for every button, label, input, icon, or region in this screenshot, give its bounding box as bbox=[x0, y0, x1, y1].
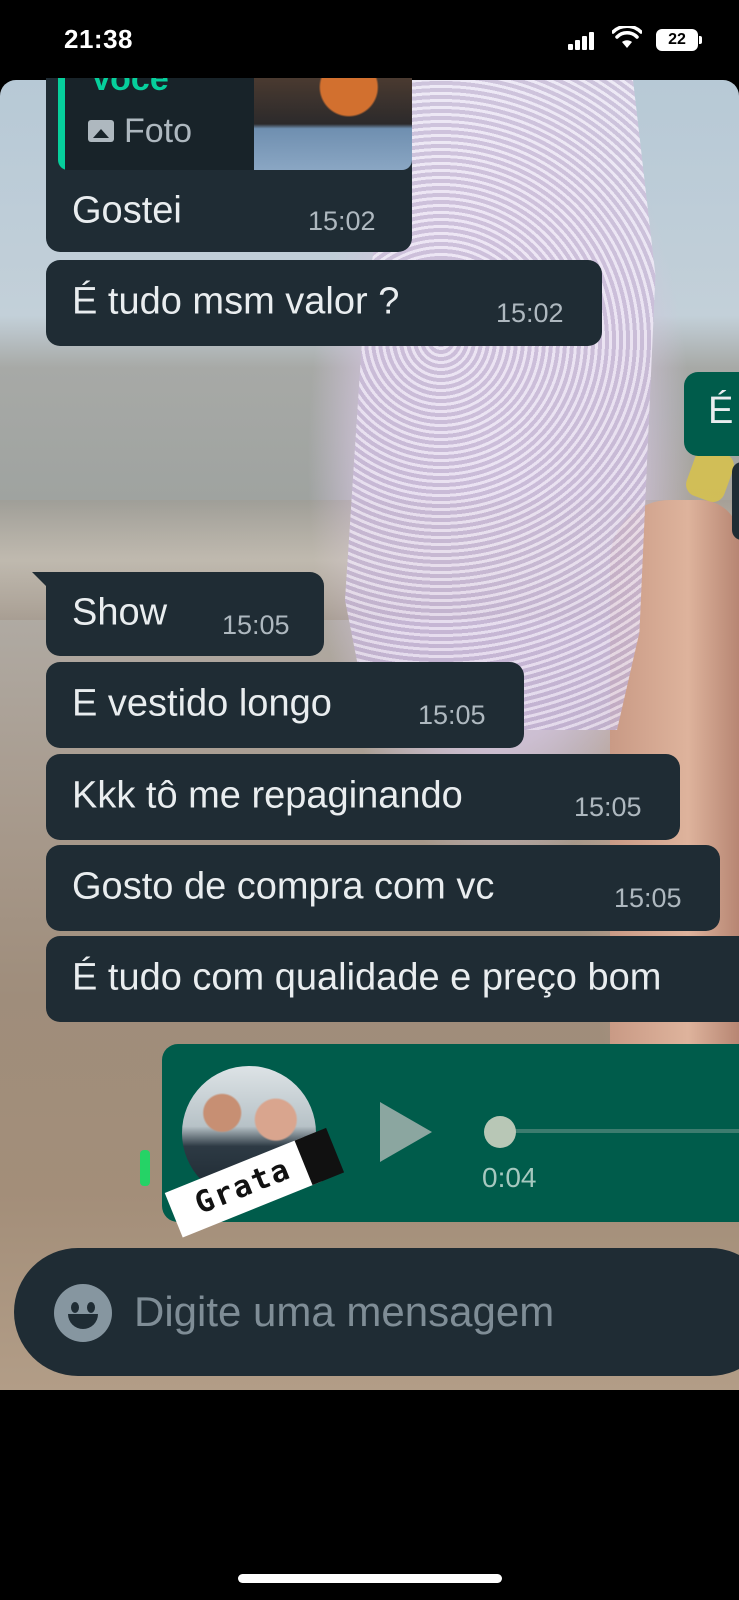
wifi-icon bbox=[612, 26, 642, 48]
home-indicator[interactable] bbox=[238, 1574, 502, 1583]
input-placeholder: Digite uma mensagem bbox=[134, 1288, 555, 1335]
quote-media-label: Foto bbox=[124, 112, 193, 150]
battery-icon: 22 bbox=[656, 29, 698, 51]
message-text: Show bbox=[72, 591, 168, 634]
status-bar: 21:38 22 bbox=[0, 0, 739, 80]
message-bubble[interactable]: Kkk tô me repaginando 15:05 bbox=[46, 754, 680, 840]
message-bubble[interactable]: É tudo com qualidade e preço bom bbox=[46, 936, 739, 1022]
status-time: 21:38 bbox=[64, 24, 133, 54]
battery-cap bbox=[699, 36, 702, 44]
signal-icon bbox=[568, 32, 598, 50]
emoji-icon[interactable] bbox=[54, 1284, 112, 1342]
message-input[interactable]: Digite uma mensagem bbox=[14, 1248, 739, 1376]
message-text: Gostei bbox=[72, 189, 182, 232]
quoted-message[interactable]: Você Foto bbox=[58, 78, 412, 170]
message-text: Gosto de compra com vc bbox=[72, 865, 495, 908]
message-time: 15:02 bbox=[496, 298, 564, 328]
message-bubble-quoted[interactable]: Você Foto Gostei 15:02 bbox=[46, 78, 412, 252]
quote-thumbnail bbox=[254, 78, 412, 170]
message-text: É bbox=[708, 390, 734, 432]
message-bubble[interactable]: Gosto de compra com vc 15:05 bbox=[46, 845, 720, 931]
play-icon[interactable] bbox=[380, 1102, 432, 1162]
message-bubble[interactable]: Show 15:05 bbox=[32, 572, 324, 656]
message-time: 15:02 bbox=[308, 206, 376, 236]
message-text: É tudo msm valor ? bbox=[72, 280, 400, 323]
message-text: Kkk tô me repaginando bbox=[72, 774, 463, 817]
message-time: 15:05 bbox=[222, 610, 290, 640]
quote-author: Você bbox=[90, 78, 169, 98]
message-bubble[interactable]: E vestido longo 15:05 bbox=[46, 662, 524, 748]
microphone-icon bbox=[140, 1150, 150, 1186]
image-icon bbox=[88, 120, 114, 142]
message-bubble-partial[interactable] bbox=[732, 462, 739, 540]
quote-accent-bar bbox=[58, 78, 65, 170]
message-time: 15:05 bbox=[574, 792, 642, 822]
message-time: 15:05 bbox=[614, 883, 682, 913]
message-time: 15:05 bbox=[418, 700, 486, 730]
message-text: E vestido longo bbox=[72, 682, 332, 725]
message-bubble[interactable]: É tudo msm valor ? 15:02 bbox=[46, 260, 602, 346]
message-text: É tudo com qualidade e preço bom bbox=[72, 956, 662, 999]
audio-duration: 0:04 bbox=[482, 1162, 537, 1193]
audio-progress-track[interactable] bbox=[492, 1129, 739, 1133]
audio-progress-knob[interactable] bbox=[484, 1116, 516, 1148]
outgoing-message-bubble[interactable]: É bbox=[684, 372, 739, 456]
